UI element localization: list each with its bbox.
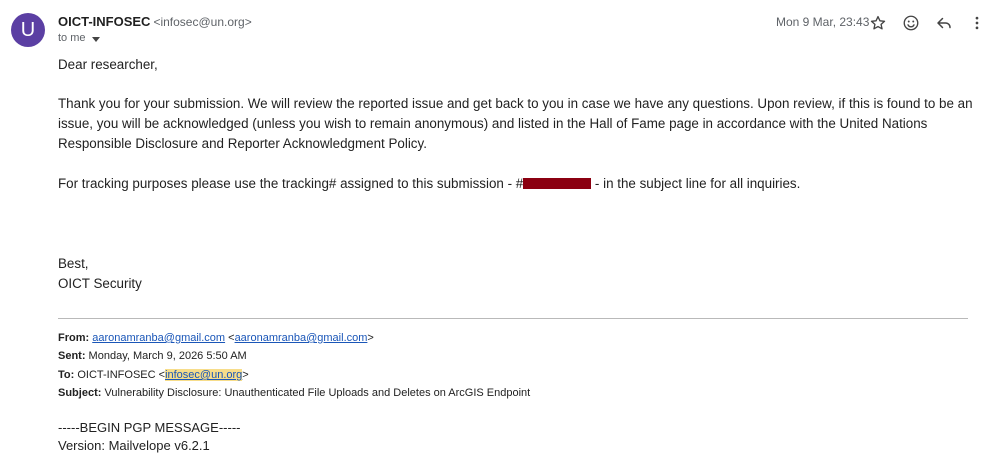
sender-line: OICT-INFOSEC <infosec@un.org> [58, 14, 252, 29]
quoted-to-line: To: OICT-INFOSEC <infosec@un.org> [58, 369, 249, 381]
star-icon[interactable] [866, 11, 890, 35]
reply-icon[interactable] [932, 11, 956, 35]
signature: OICT Security [58, 276, 142, 291]
closing: Best, [58, 256, 89, 271]
from-link[interactable]: aaronamranba@gmail.com [92, 332, 225, 344]
sender-name[interactable]: OICT-INFOSEC [58, 14, 150, 29]
more-vert-icon[interactable] [965, 11, 989, 35]
tracking-text-before: For tracking purposes please use the tra… [58, 176, 524, 191]
tracking-text-after: - in the subject line for all inquiries. [591, 176, 801, 191]
greeting: Dear researcher, [58, 57, 158, 72]
from-angle-close: > [367, 332, 374, 344]
subject-value: Vulnerability Disclosure: Unauthenticate… [101, 387, 531, 399]
to-value: OICT-INFOSEC < [74, 369, 166, 381]
message-date: Mon 9 Mar, 23:43 [776, 15, 870, 29]
to-close: > [242, 369, 249, 381]
pgp-begin: -----BEGIN PGP MESSAGE----- [58, 420, 241, 435]
pgp-version: Version: Mailvelope v6.2.1 [58, 438, 210, 453]
tracking-paragraph: For tracking purposes please use the tra… [58, 174, 988, 194]
avatar[interactable]: U [11, 13, 45, 47]
quoted-from-line: From: aaronamranba@gmail.com <aaronamran… [58, 332, 374, 344]
sender-address: <infosec@un.org> [153, 15, 252, 29]
to-label: to me [58, 32, 86, 44]
to-label-quoted: To: [58, 369, 75, 381]
smiley-icon[interactable] [899, 11, 923, 35]
to-email-link[interactable]: infosec@un.org [165, 369, 243, 381]
from-email-link[interactable]: aaronamranba@gmail.com [235, 332, 368, 344]
redacted-tracking-number [523, 178, 592, 189]
body-paragraph: Thank you for your submission. We will r… [58, 96, 973, 151]
from-label: From: [58, 332, 90, 344]
recipient-details-toggle[interactable]: to me [58, 32, 100, 44]
quoted-sent-line: Sent: Monday, March 9, 2026 5:50 AM [58, 350, 247, 362]
sent-value: Monday, March 9, 2026 5:50 AM [85, 350, 247, 362]
from-angle-open: < [225, 332, 235, 344]
chevron-down-icon[interactable] [91, 36, 100, 42]
quoted-subject-line: Subject: Vulnerability Disclosure: Unaut… [58, 387, 530, 399]
sent-label: Sent: [58, 350, 86, 362]
divider [58, 318, 968, 319]
subject-label: Subject: [58, 387, 102, 399]
